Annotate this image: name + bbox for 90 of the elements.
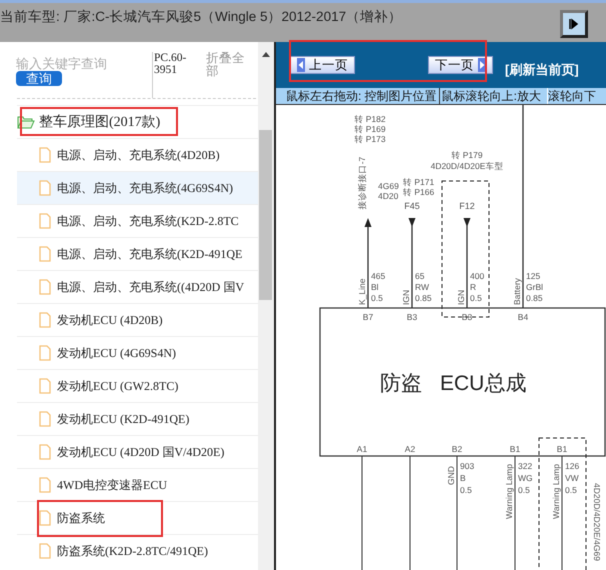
pin-label: B4: [518, 312, 528, 322]
document-icon: [39, 510, 51, 526]
arrow-left-icon: [297, 58, 305, 72]
wire-spec: 0.85: [415, 293, 432, 303]
tree-item[interactable]: 电源、启动、充电系统(4G69S4N): [17, 171, 258, 204]
signal-label: IGN: [401, 290, 411, 305]
next-page-button[interactable]: 下一页: [428, 56, 493, 74]
previous-page-button[interactable]: 上一页: [290, 56, 355, 74]
tree-item[interactable]: 发动机ECU (4G69S4N): [17, 336, 258, 369]
diagram-note: 转 P179: [451, 150, 483, 160]
wire-spec: 0.5: [371, 293, 383, 303]
document-icon: [39, 213, 51, 229]
wire-spec: 0.5: [565, 485, 577, 495]
signal-label: K_Line: [357, 278, 367, 305]
tree-item[interactable]: 4WD电控变速器ECU: [17, 468, 258, 501]
signal-label: IGN: [456, 290, 466, 305]
diagram-note: 4G69: [378, 181, 399, 191]
wire-spec: R: [470, 282, 476, 292]
diagram-note: 转 P173: [354, 134, 386, 144]
document-icon: [39, 378, 51, 394]
wire-spec: 0.85: [526, 293, 543, 303]
search-button[interactable]: 查询: [16, 71, 62, 86]
signal-label: Battery: [512, 278, 522, 305]
document-icon: [39, 147, 51, 163]
fuse-label: F12: [459, 201, 475, 211]
pin-label: A1: [356, 444, 368, 454]
document-icon: [39, 279, 51, 295]
variant-label: 4D20D/4D20E/4G69: [592, 483, 602, 561]
document-icon: [39, 246, 51, 262]
diagram-note: 转 P169: [354, 124, 386, 134]
wire-spec: 465: [371, 271, 386, 281]
wire-spec: 903: [460, 461, 474, 471]
wire-spec: 400: [470, 271, 484, 281]
document-icon: [39, 477, 51, 493]
diagram-note: 4D20D/4D20E车型: [430, 161, 504, 171]
tree-item[interactable]: 防盗系统(K2D-2.8TC/491QE): [17, 534, 258, 567]
wire-spec: 0.5: [518, 485, 530, 495]
pin-label: B3: [406, 312, 418, 322]
wire-spec: B: [460, 473, 466, 483]
module-title: ECU总成: [440, 372, 526, 395]
tree-item[interactable]: 发动机ECU (GW2.8TC): [17, 369, 258, 402]
wire-spec: RW: [415, 282, 430, 292]
tree-item[interactable]: 发动机ECU (K2D-491QE): [17, 402, 258, 435]
pin-label: A2: [404, 444, 416, 454]
pin-label: B2: [452, 444, 462, 454]
document-icon: [39, 180, 51, 196]
diagram-note: 转 P171: [403, 177, 434, 187]
pin-label: B7: [362, 312, 374, 322]
document-icon: [39, 543, 51, 559]
connector-label: 接诊断接口-7: [357, 156, 367, 210]
pin-label: B1: [510, 444, 520, 454]
wire-spec: 0.5: [470, 293, 482, 303]
signal-label: GND: [446, 466, 456, 485]
wire-spec: Bl: [371, 282, 379, 292]
scroll-up-arrow-icon[interactable]: [262, 51, 270, 57]
signal-label: Warning Lamp: [551, 464, 561, 519]
tree-item[interactable]: 电源、启动、充电系统((4D20D 国V: [17, 270, 258, 303]
tree-item[interactable]: 发动机ECU (4D20D 国V/4D20E): [17, 435, 258, 468]
diagram-note: 转 P182: [354, 114, 386, 124]
document-icon: [39, 312, 51, 328]
wire-spec: VW: [565, 473, 579, 483]
scrollbar[interactable]: [258, 42, 274, 570]
window-title: 当前车型: 厂家:C-长城汽车风骏5（Wingle 5）2012-2017（增补）: [0, 8, 402, 26]
code-text: PC.60-3951: [152, 52, 204, 98]
tree-item[interactable]: 发动机ECU (4D20B): [17, 303, 258, 336]
tree-item[interactable]: 电源、启动、充电系统(K2D-491QE: [17, 237, 258, 270]
document-icon: [39, 444, 51, 460]
module-title: 防盗: [380, 372, 422, 395]
fuse-label: F45: [404, 201, 420, 211]
wire-spec: GrBl: [526, 282, 543, 292]
hint-text: 滚轮向下: [548, 88, 596, 104]
wire-spec: 322: [518, 461, 532, 471]
refresh-link[interactable]: [刷新当前页]: [505, 61, 579, 79]
signal-label: Warning Lamp: [504, 464, 514, 519]
hint-text: 鼠标左右拖动: 控制图片位置: [286, 88, 437, 104]
tree-folder-item[interactable]: 整车原理图(2017款): [17, 105, 258, 138]
pin-label: B1: [556, 444, 568, 454]
wire-spec: 0.5: [460, 485, 472, 495]
document-icon: [39, 345, 51, 361]
arrow-right-icon: [568, 18, 580, 30]
wire-spec: 126: [565, 461, 580, 471]
document-icon: [39, 411, 51, 427]
wire-spec: 125: [526, 271, 540, 281]
diagram-note: 4D20: [378, 191, 398, 201]
pin-label: B3: [462, 312, 472, 322]
tree-item[interactable]: 电源、启动、充电系统(K2D-2.8TC: [17, 204, 258, 237]
wire-spec: 65: [415, 271, 424, 281]
diagram-note: 转 P166: [403, 187, 434, 197]
panel-toggle-button[interactable]: [560, 10, 588, 38]
wire-spec: WG: [518, 473, 533, 483]
